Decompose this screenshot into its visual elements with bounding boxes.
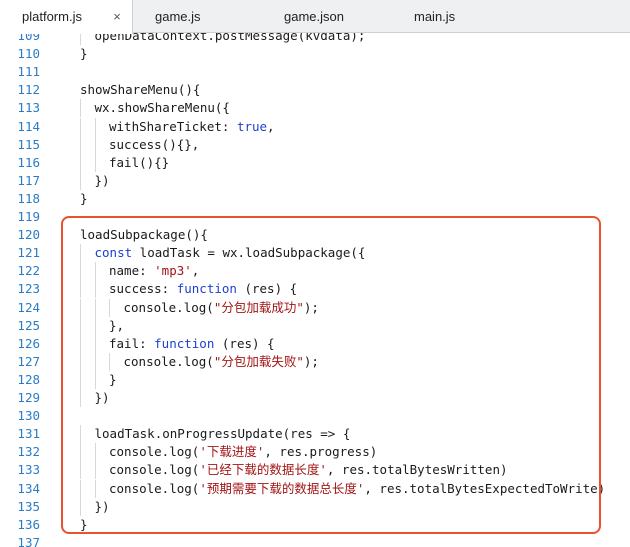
line-number: 123 <box>17 281 40 297</box>
line-number: 122 <box>17 263 40 279</box>
tab-platform-js[interactable]: platform.js × <box>0 0 133 34</box>
line-number: 115 <box>17 136 40 152</box>
code-line: 112 showShareMenu(){ <box>0 81 630 99</box>
line-number: 134 <box>17 480 40 496</box>
code-token: }) <box>94 172 110 188</box>
line-number: 126 <box>17 335 40 351</box>
line-number: 129 <box>17 390 40 405</box>
code-text: showShareMenu(){ <box>80 81 200 99</box>
keyword-token: true <box>236 118 268 134</box>
code-token: showShareMenu(){ <box>80 82 201 98</box>
tab-bar: platform.js × game.js game.json main.js <box>0 0 630 34</box>
line-number: 113 <box>17 100 40 116</box>
line-number: 125 <box>17 317 40 333</box>
code-token: success(){}, <box>109 136 200 152</box>
line-number: 131 <box>17 426 40 442</box>
line-number: 120 <box>17 227 40 243</box>
code-token: openDataContext.postMessage(kvdata); <box>94 33 366 43</box>
code-line: 116 fail(){} <box>0 153 630 172</box>
line-number: 135 <box>17 498 40 514</box>
line-number: 109 <box>17 33 40 43</box>
indent-guide <box>80 153 81 172</box>
code-text: withShareTicket: true, <box>109 118 275 136</box>
code-line: 113 wx.showShareMenu({ <box>0 99 630 118</box>
tab-label: platform.js <box>22 9 82 24</box>
indent-guide <box>80 135 81 154</box>
line-number: 137 <box>17 534 40 547</box>
line-number: 112 <box>17 82 40 98</box>
indent-guide <box>94 135 96 154</box>
code-token: } <box>80 46 88 62</box>
line-number: 114 <box>17 118 40 134</box>
line-number: 116 <box>17 154 40 170</box>
code-token: wx.showShareMenu({ <box>94 100 230 116</box>
tab-game-js[interactable]: game.js <box>133 0 261 33</box>
tab-label: game.json <box>284 9 344 24</box>
highlight-annotation-box <box>61 216 601 534</box>
code-text: } <box>80 45 88 63</box>
tab-main-js[interactable]: main.js <box>391 0 630 33</box>
tab-label: game.js <box>155 9 201 24</box>
code-line: 110} <box>0 45 630 63</box>
code-line: 114 withShareTicket: true, <box>0 117 630 136</box>
line-number: 121 <box>17 245 40 261</box>
code-editor[interactable]: 109 openDataContext.postMessage(kvdata); 1… <box>0 33 630 547</box>
line-number: 119 <box>17 209 40 224</box>
code-text: success(){}, <box>109 136 199 154</box>
code-token: , <box>267 118 275 134</box>
line-number: 117 <box>17 172 40 188</box>
line-number: 130 <box>17 408 40 424</box>
code-line: 111 <box>0 63 630 81</box>
indent-guide <box>80 117 81 136</box>
tab-label: main.js <box>414 9 456 24</box>
code-line: 137 <box>0 534 630 547</box>
code-token: } <box>80 190 88 206</box>
code-text: } <box>80 190 88 208</box>
code-line: 109 openDataContext.postMessage(kvdata); <box>0 33 630 45</box>
line-number: 127 <box>17 353 40 369</box>
line-number: 124 <box>17 299 40 315</box>
code-token: fail(){} <box>109 154 170 170</box>
code-text: openDataContext.postMessage(kvdata); <box>95 33 366 45</box>
close-icon[interactable]: × <box>110 0 124 33</box>
indent-guide <box>80 99 81 118</box>
indent-guide <box>80 33 81 45</box>
line-number: 132 <box>17 444 40 460</box>
line-number: 136 <box>17 516 40 532</box>
tab-game-json[interactable]: game.json <box>261 0 391 33</box>
line-number: 133 <box>17 462 40 478</box>
line-number: 118 <box>17 190 40 206</box>
code-text: fail(){} <box>109 154 169 172</box>
indent-guide <box>94 117 96 136</box>
code-line: 117}) <box>0 171 630 190</box>
indent-guide <box>80 171 81 190</box>
code-token: withShareTicket: <box>109 118 237 134</box>
code-line: 118} <box>0 190 630 208</box>
code-text: }) <box>95 172 110 190</box>
line-number: 111 <box>17 64 40 80</box>
line-number: 110 <box>17 46 40 62</box>
code-line: 115 success(){}, <box>0 135 630 154</box>
indent-guide <box>94 153 96 172</box>
line-number: 128 <box>17 371 40 387</box>
code-text: wx.showShareMenu({ <box>95 99 230 117</box>
